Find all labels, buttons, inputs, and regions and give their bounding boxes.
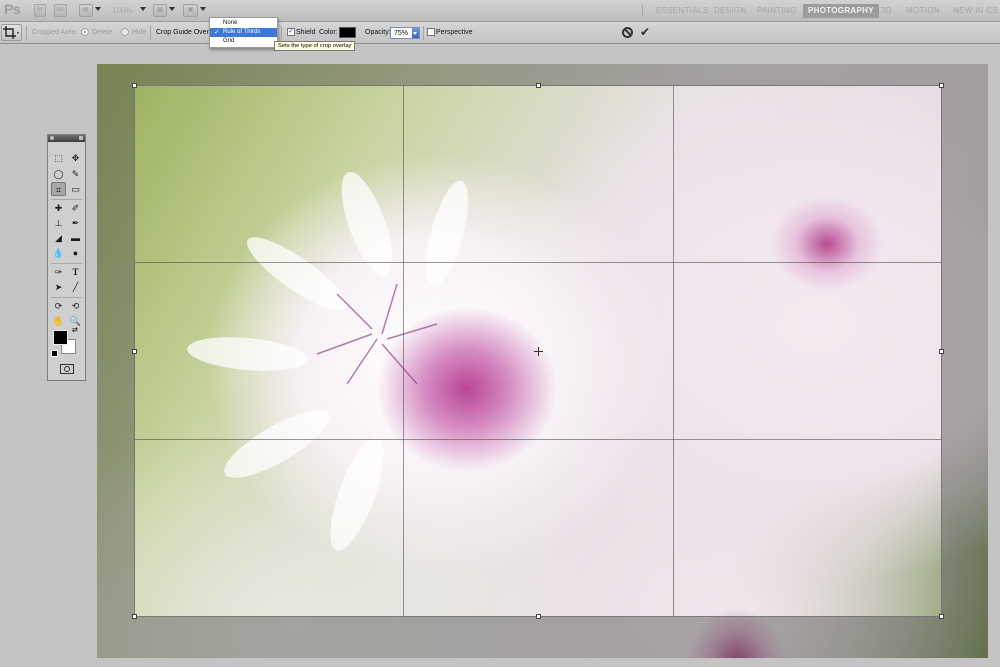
workspace-new-in-cs5[interactable]: NEW IN CS 5 (953, 4, 1000, 18)
move-tool-icon[interactable]: ✥ (68, 151, 83, 165)
perspective-label: Perspective (436, 29, 473, 36)
crop-shield-right (942, 85, 988, 617)
bridge-button[interactable]: Br (34, 4, 46, 17)
gradient-tool-icon[interactable]: ▬ (68, 231, 83, 245)
chevron-down-icon[interactable] (95, 7, 101, 11)
crop-shield-left (97, 85, 134, 617)
default-colors-icon[interactable] (51, 350, 58, 357)
workspace-3d[interactable]: 3D (881, 4, 892, 18)
clone-stamp-tool-icon[interactable]: ⊥ (51, 216, 66, 230)
crop-handle-top-left[interactable] (132, 83, 137, 88)
photoshop-logo: Ps (4, 1, 21, 17)
quick-mask-icon[interactable] (60, 364, 74, 374)
crop-center-point[interactable] (534, 347, 543, 356)
3d-orbit-tool-icon[interactable]: ⟲ (68, 299, 83, 313)
blur-tool-icon[interactable]: 💧 (51, 246, 66, 260)
screen-mode-icon[interactable]: ▣ (183, 4, 198, 17)
crop-handle-left[interactable] (132, 349, 137, 354)
marquee-tool-icon[interactable]: ⬚ (51, 151, 66, 165)
thirds-line-horizontal-2 (135, 439, 941, 440)
crop-guide-overlay-label[interactable]: Crop Guide Overlay: (156, 29, 209, 36)
workspace-painting[interactable]: PAINTING (757, 4, 797, 18)
crop-handle-bottom[interactable] (536, 614, 541, 619)
crop-handle-bottom-left[interactable] (132, 614, 137, 619)
pen-tool-icon[interactable]: ✑ (51, 265, 66, 279)
chevron-down-icon[interactable] (169, 7, 175, 11)
cancel-crop-button[interactable] (622, 27, 633, 38)
crop-handle-right[interactable] (939, 349, 944, 354)
crop-handle-bottom-right[interactable] (939, 614, 944, 619)
options-bar: Cropped Area: Delete Hide Crop Guide Ove… (0, 22, 1000, 44)
perspective-checkbox[interactable] (427, 28, 435, 36)
chevron-down-icon[interactable] (200, 7, 206, 11)
mini-bridge-button[interactable]: Mb (54, 4, 67, 17)
tools-panel-titlebar[interactable] (48, 135, 85, 142)
hide-label: Hide (132, 29, 147, 36)
ruler-tool-icon[interactable]: ▭ (68, 182, 83, 196)
hide-radio[interactable] (121, 28, 129, 36)
crop-handle-top-right[interactable] (939, 83, 944, 88)
spot-healing-tool-icon[interactable]: ✚ (51, 201, 66, 215)
menu-item-none[interactable]: None (210, 19, 277, 28)
tool-preset-picker[interactable] (1, 24, 22, 41)
3d-rotate-tool-icon[interactable]: ⟳ (51, 299, 66, 313)
foreground-color-swatch[interactable] (53, 330, 68, 345)
crop-handle-top[interactable] (536, 83, 541, 88)
delete-label: Delete (92, 29, 113, 36)
cropped-area-label: Cropped Area: (32, 29, 78, 36)
workspace-photography[interactable]: PHOTOGRAPHY (803, 4, 879, 18)
opacity-label: Opacity: (365, 29, 391, 36)
shield-label: Shield (296, 29, 316, 36)
crop-tool-icon[interactable]: ⌗ (51, 182, 66, 196)
crop-shield-bottom (97, 617, 988, 658)
view-extras-icon[interactable]: ▤ (79, 4, 93, 17)
line-tool-icon[interactable]: ╱ (68, 280, 83, 294)
shield-checkbox[interactable]: ✓ (287, 28, 295, 36)
thirds-line-horizontal-1 (135, 262, 941, 263)
brush-tool-icon[interactable]: ✐ (68, 201, 83, 215)
workspace-design[interactable]: DESIGN (714, 4, 746, 18)
close-icon[interactable] (79, 136, 83, 140)
menu-item-grid[interactable]: Grid (210, 37, 277, 46)
opacity-value: 75% (394, 30, 409, 37)
menu-item-rule-of-thirds[interactable]: ✓ Rule of Thirds (210, 28, 277, 37)
color-label: Color: (319, 29, 338, 36)
history-brush-tool-icon[interactable]: ✒ (68, 216, 83, 230)
chevron-down-icon[interactable] (140, 7, 146, 11)
checkmark-icon: ✓ (214, 29, 220, 36)
workspace-motion[interactable]: MOTION (906, 4, 940, 18)
arrange-documents-icon[interactable]: ▦ (153, 4, 167, 17)
application-bar: Ps Br Mb ▤ 100% ▦ ▣ ESSENTIALS DESIGN PA… (0, 0, 1000, 22)
commit-crop-button[interactable]: ✔ (640, 25, 650, 39)
dodge-tool-icon[interactable]: ● (68, 246, 83, 260)
path-selection-tool-icon[interactable]: ➤ (51, 280, 66, 294)
chevron-down-icon[interactable] (412, 28, 419, 38)
crop-icon (3, 26, 19, 39)
shield-color-swatch[interactable] (339, 27, 356, 38)
eraser-tool-icon[interactable]: ◢ (51, 231, 66, 245)
crop-overlay-menu: None ✓ Rule of Thirds Grid (209, 17, 278, 48)
workspace-essentials[interactable]: ESSENTIALS (656, 4, 708, 18)
lasso-tool-icon[interactable]: ◯ (51, 167, 66, 181)
thirds-line-vertical-1 (403, 86, 404, 616)
type-tool-icon[interactable]: T (68, 265, 83, 279)
thirds-line-vertical-2 (673, 86, 674, 616)
swap-colors-icon[interactable]: ⇄ (72, 326, 78, 334)
quick-selection-tool-icon[interactable]: ✎ (68, 167, 83, 181)
collapse-icon[interactable] (50, 136, 54, 140)
opacity-field[interactable]: 75% (390, 27, 420, 39)
tooltip: Sets the type of crop overlay (274, 41, 356, 51)
hand-tool-icon[interactable]: ✋ (51, 314, 66, 328)
delete-radio[interactable] (81, 28, 89, 36)
crop-shield-top (97, 64, 988, 85)
zoom-level[interactable]: 100% (112, 6, 132, 15)
